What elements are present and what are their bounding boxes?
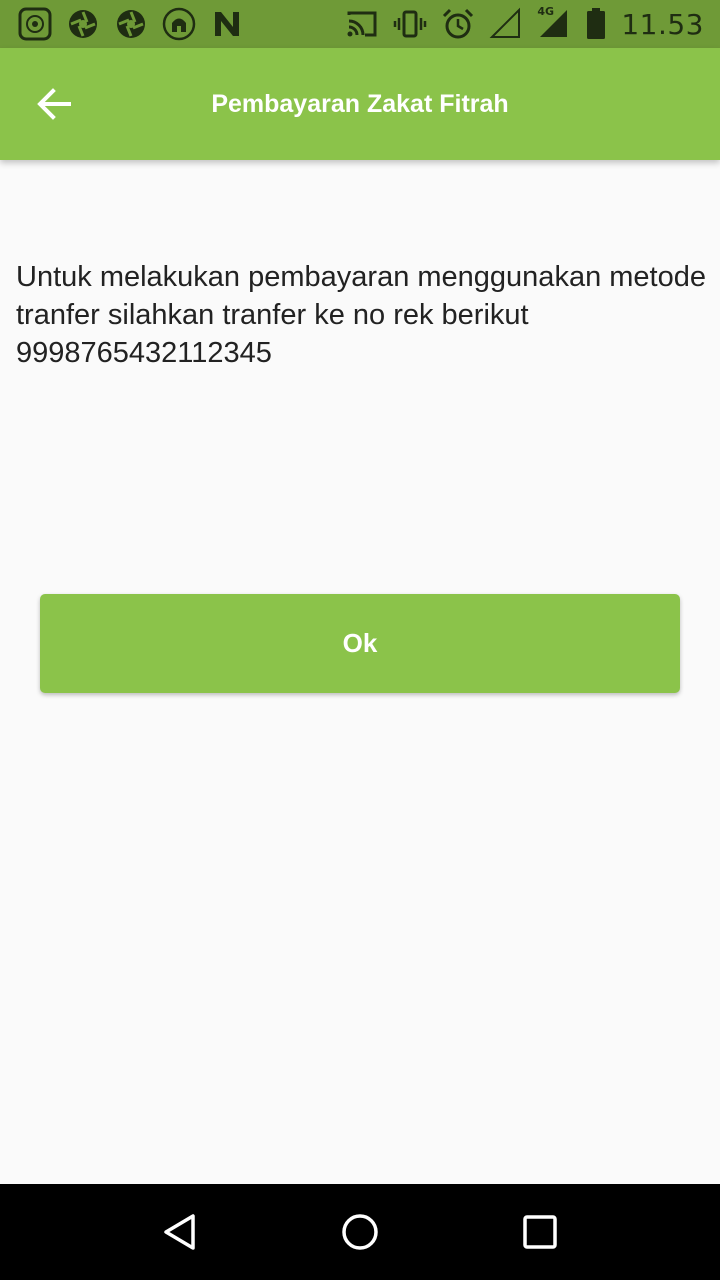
mosque-app-icon — [162, 7, 196, 41]
aperture-icon — [66, 7, 100, 41]
battery-icon — [585, 7, 607, 41]
signal-4g-icon: 4G — [537, 5, 571, 41]
signal-empty-icon — [489, 7, 523, 41]
cast-icon — [345, 7, 379, 41]
status-bar: 4G 11.53 — [0, 0, 720, 48]
system-status-icons: 4G 11.53 — [345, 5, 704, 41]
n-app-icon — [210, 7, 244, 41]
back-triangle-icon — [164, 1214, 195, 1250]
aperture-icon — [114, 7, 148, 41]
nav-recents-button[interactable] — [510, 1202, 570, 1262]
nav-back-button[interactable] — [150, 1202, 210, 1262]
system-nav-bar — [0, 1184, 720, 1280]
alarm-icon — [441, 7, 475, 41]
payment-instruction-text: Untuk melakukan pembayaran menggunakan m… — [16, 261, 706, 369]
page-title: Pembayaran Zakat Fitrah — [211, 90, 509, 118]
content-area: Untuk melakukan pembayaran menggunakan m… — [16, 258, 706, 372]
network-type-label: 4G — [537, 5, 555, 18]
recents-square-icon — [523, 1215, 557, 1249]
vibrate-icon — [393, 7, 427, 41]
ok-button[interactable]: Ok — [40, 594, 680, 693]
nav-home-button[interactable] — [330, 1202, 390, 1262]
home-circle-icon — [342, 1214, 378, 1250]
islamic-app-icon — [18, 7, 52, 41]
app-bar: Pembayaran Zakat Fitrah — [0, 48, 720, 160]
status-clock: 11.53 — [621, 7, 704, 41]
notification-icons — [18, 7, 244, 41]
